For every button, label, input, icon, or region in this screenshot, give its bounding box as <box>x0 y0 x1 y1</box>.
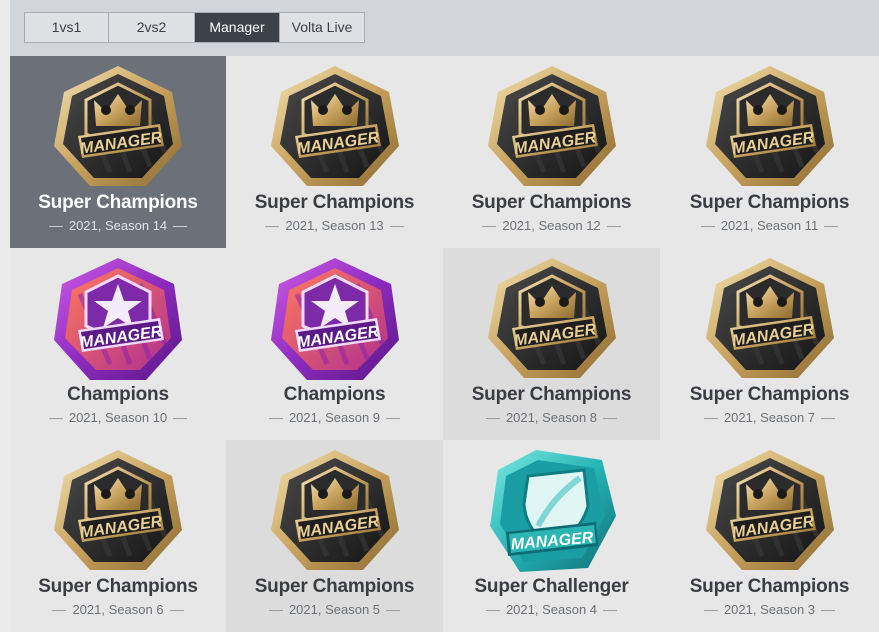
achievement-title: Champions <box>283 384 386 405</box>
achievement-card[interactable]: MANAGER Super Champions 2021, Season 3 <box>660 440 879 632</box>
achievement-title: Super Champions <box>471 192 632 213</box>
divider <box>821 418 836 420</box>
gold-crown-badge-icon: MANAGER <box>267 62 403 194</box>
divider <box>173 418 188 420</box>
achievement-season: 2021, Season 12 <box>443 218 660 233</box>
tab-1vs1[interactable]: 1vs1 <box>25 13 109 42</box>
divider <box>821 610 836 612</box>
achievement-card[interactable]: MANAGER Super Challenger 2021, Season 4 <box>443 440 660 632</box>
season-label: 2021, Season 8 <box>505 410 598 425</box>
season-label: 2021, Season 9 <box>288 410 381 425</box>
season-label: 2021, Season 6 <box>72 602 164 617</box>
tab-volta-live[interactable]: Volta Live <box>280 13 364 42</box>
season-label: 2021, Season 10 <box>68 410 168 425</box>
divider <box>268 610 283 612</box>
achievement-title: Super Champions <box>689 192 850 213</box>
divider <box>603 610 618 612</box>
achievement-card[interactable]: MANAGER Super Champions 2021, Season 7 <box>660 248 879 440</box>
achievement-season: 2021, Season 3 <box>660 602 879 617</box>
purple-star-badge-icon: MANAGER <box>267 254 403 386</box>
divider <box>482 226 497 228</box>
achievement-card[interactable]: MANAGER Super Champions 2021, Season 5 <box>226 440 443 632</box>
divider <box>606 226 621 228</box>
achievement-title: Champions <box>67 384 169 405</box>
divider <box>386 610 401 612</box>
achievement-title: Super Champions <box>38 576 198 597</box>
achievement-card[interactable]: MANAGER Super Champions 2021, Season 14 <box>10 56 226 248</box>
divider <box>169 610 184 612</box>
achievements-page: 1vs1 2vs2 Manager Volta Live MANAGER Sup… <box>0 0 879 632</box>
gold-crown-badge-icon: MANAGER <box>702 254 838 386</box>
gold-crown-badge-icon: MANAGER <box>50 446 186 578</box>
divider <box>173 226 188 228</box>
achievement-season: 2021, Season 10 <box>10 410 226 425</box>
season-label: 2021, Season 11 <box>720 218 819 233</box>
achievement-title: Super Challenger <box>474 576 629 597</box>
divider <box>703 418 718 420</box>
tab-2vs2[interactable]: 2vs2 <box>109 13 195 42</box>
gold-crown-badge-icon: MANAGER <box>702 62 838 194</box>
divider <box>48 418 63 420</box>
mode-tabs: 1vs1 2vs2 Manager Volta Live <box>24 12 365 43</box>
divider <box>389 226 404 228</box>
divider <box>824 226 839 228</box>
divider <box>48 226 63 228</box>
achievement-season: 2021, Season 5 <box>226 602 443 617</box>
achievement-season: 2021, Season 13 <box>226 218 443 233</box>
achievement-card[interactable]: MANAGER Super Champions 2021, Season 8 <box>443 248 660 440</box>
season-label: 2021, Season 14 <box>68 218 168 233</box>
divider <box>485 418 500 420</box>
season-label: 2021, Season 7 <box>723 410 816 425</box>
divider <box>268 418 283 420</box>
tab-manager[interactable]: Manager <box>195 13 280 42</box>
achievement-season: 2021, Season 6 <box>10 602 226 617</box>
divider <box>52 610 67 612</box>
divider <box>265 226 280 228</box>
achievement-card[interactable]: MANAGER Super Champions 2021, Season 6 <box>10 440 226 632</box>
achievement-title: Super Champions <box>38 192 198 213</box>
achievement-title: Super Champions <box>254 576 415 597</box>
achievement-season: 2021, Season 11 <box>660 218 879 233</box>
season-label: 2021, Season 12 <box>502 218 601 233</box>
teal-shield-badge-icon: MANAGER <box>484 446 620 578</box>
season-label: 2021, Season 4 <box>505 602 598 617</box>
achievement-season: 2021, Season 7 <box>660 410 879 425</box>
divider <box>386 418 401 420</box>
season-label: 2021, Season 13 <box>285 218 384 233</box>
achievement-title: Super Champions <box>471 384 632 405</box>
gold-crown-badge-icon: MANAGER <box>702 446 838 578</box>
achievement-season: 2021, Season 4 <box>443 602 660 617</box>
gold-crown-badge-icon: MANAGER <box>50 62 186 194</box>
achievement-card[interactable]: MANAGER Champions 2021, Season 10 <box>10 248 226 440</box>
achievement-card[interactable]: MANAGER Super Champions 2021, Season 11 <box>660 56 879 248</box>
achievement-grid: MANAGER Super Champions 2021, Season 14 M… <box>10 56 879 632</box>
gold-crown-badge-icon: MANAGER <box>267 446 403 578</box>
gold-crown-badge-icon: MANAGER <box>484 254 620 386</box>
gold-crown-badge-icon: MANAGER <box>484 62 620 194</box>
season-label: 2021, Season 3 <box>723 602 816 617</box>
divider <box>700 226 715 228</box>
divider <box>703 610 718 612</box>
achievement-season: 2021, Season 9 <box>226 410 443 425</box>
mode-tab-bar: 1vs1 2vs2 Manager Volta Live <box>10 0 879 56</box>
achievement-season: 2021, Season 14 <box>10 218 226 233</box>
achievement-card[interactable]: MANAGER Super Champions 2021, Season 12 <box>443 56 660 248</box>
achievement-card[interactable]: MANAGER Champions 2021, Season 9 <box>226 248 443 440</box>
achievement-title: Super Champions <box>254 192 415 213</box>
purple-star-badge-icon: MANAGER <box>50 254 186 386</box>
divider <box>485 610 500 612</box>
achievement-card[interactable]: MANAGER Super Champions 2021, Season 13 <box>226 56 443 248</box>
achievement-title: Super Champions <box>689 384 850 405</box>
season-label: 2021, Season 5 <box>288 602 381 617</box>
divider <box>603 418 618 420</box>
achievement-season: 2021, Season 8 <box>443 410 660 425</box>
achievement-title: Super Champions <box>689 576 850 597</box>
